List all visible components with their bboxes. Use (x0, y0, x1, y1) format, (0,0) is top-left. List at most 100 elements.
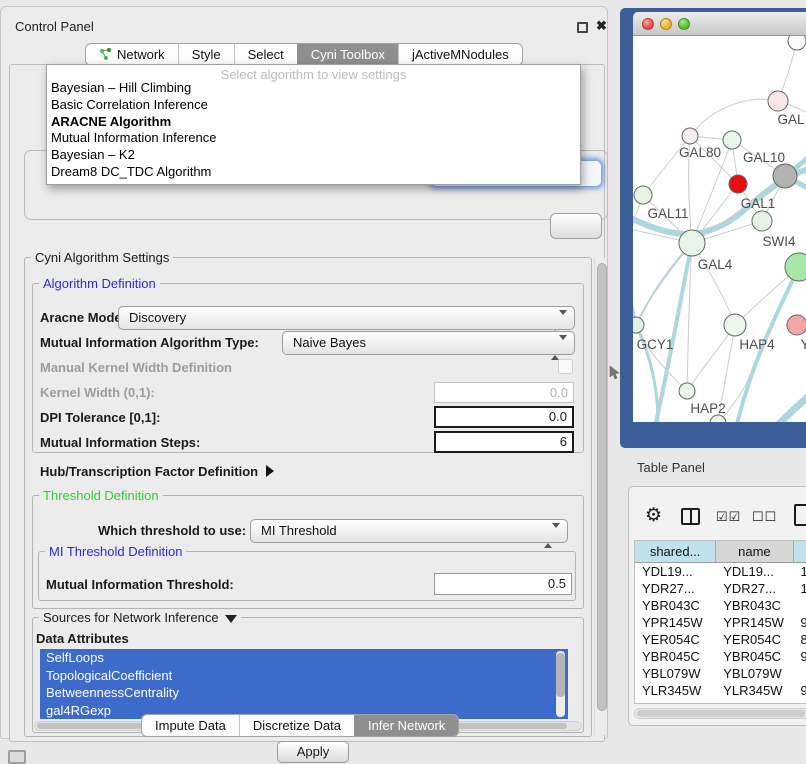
network-node[interactable] (788, 36, 806, 50)
data-attributes-label: Data Attributes (36, 631, 129, 646)
table-cell: YDL19... (635, 563, 716, 580)
network-edge[interactable] (763, 376, 806, 422)
node-table[interactable]: shared...nameAYDL19...YDL19...13YDR27...… (634, 540, 806, 704)
network-node[interactable] (768, 91, 788, 111)
collapse-down-icon (225, 615, 237, 623)
table-row[interactable]: YIL052CYIL052C0. (635, 699, 806, 704)
network-node[interactable] (634, 186, 652, 204)
mi-threshold-field[interactable]: 0.5 (434, 573, 572, 595)
algorithm-popup: Select algorithm to view settings Bayesi… (46, 64, 581, 185)
network-edge[interactable] (791, 136, 806, 171)
tab-select[interactable]: Select (234, 44, 297, 65)
dpi-tolerance-field[interactable]: 0.0 (434, 406, 574, 428)
table-row[interactable]: YBR045CYBR045C9. (635, 648, 806, 665)
node-label-gal80: GAL80 (679, 145, 721, 160)
aracne-mode-value: Discovery (129, 310, 186, 325)
deselect-all-icon[interactable]: ☐☐ (752, 509, 777, 525)
table-cell: YDR27... (635, 580, 716, 597)
tab-impute-data[interactable]: Impute Data (142, 715, 239, 736)
network-edge[interactable] (636, 325, 687, 391)
scrollbar-thumb[interactable] (597, 263, 607, 711)
node-label-gal1: GAL1 (741, 196, 776, 211)
gear-icon[interactable]: ⚙ (645, 504, 662, 527)
table-horizontal-scrollbar[interactable] (634, 708, 806, 719)
mi-steps-field[interactable]: 6 (434, 431, 574, 453)
attribute-item-topologicalcoefficient[interactable]: TopologicalCoefficient (40, 667, 568, 685)
data-attributes-list[interactable]: SelfLoopsTopologicalCoefficientBetweenne… (40, 649, 568, 719)
network-node[interactable] (787, 315, 806, 335)
algorithm-option-mutual-information-inference[interactable]: Mutual Information Inference (47, 130, 580, 147)
algorithm-option-aracne-algorithm[interactable]: ARACNE Algorithm (47, 114, 580, 131)
mi-algorithm-type-combobox[interactable]: Naive Bayes (282, 331, 575, 355)
tab-discretize-data-label: Discretize Data (253, 718, 341, 733)
attributes-vertical-scrollbar[interactable] (556, 651, 565, 717)
network-edge[interactable] (687, 325, 735, 391)
algorithm-option-bayesian-k2[interactable]: Bayesian – K2 (47, 147, 580, 164)
columns-icon[interactable] (681, 508, 700, 525)
mi-threshold-definition-title: MI Threshold Definition (45, 544, 186, 559)
table-cell: YDR27... (716, 580, 793, 597)
network-node[interactable] (723, 131, 741, 149)
network-graph[interactable]: GALGAL80GAL10GAL1GAL11SWI4GAL4GCY1HAP4YH… (633, 36, 806, 422)
network-node[interactable] (679, 230, 705, 256)
minimize-light-icon[interactable] (660, 18, 672, 30)
table-row[interactable]: YDR27...YDR27...12 (635, 580, 806, 597)
which-threshold-combobox[interactable]: MI Threshold (250, 519, 568, 543)
node-label-hap2: HAP2 (690, 401, 725, 416)
kernel-width-field[interactable]: 0.0 (434, 382, 574, 403)
scrollbar-thumb[interactable] (556, 653, 565, 697)
column-header-name[interactable]: name (716, 541, 793, 562)
tab-cyni-toolbox[interactable]: Cyni Toolbox (297, 44, 398, 65)
combo-arrows-icon (544, 525, 560, 547)
network-node[interactable] (773, 164, 797, 188)
attribute-item-betweennesscentrality[interactable]: BetweennessCentrality (40, 684, 568, 702)
algorithm-option-bayesian-hill-climbing[interactable]: Bayesian – Hill Climbing (47, 80, 580, 97)
network-node[interactable] (752, 211, 772, 231)
attribute-item-selfloops[interactable]: SelfLoops (40, 649, 568, 667)
network-canvas[interactable]: GALGAL80GAL10GAL1GAL11SWI4GAL4GCY1HAP4YH… (633, 36, 806, 422)
aracne-mode-combobox[interactable]: Discovery (118, 306, 575, 330)
table-cell: 9. (794, 648, 806, 665)
column-header-a[interactable]: A (794, 541, 806, 562)
tab-network[interactable]: Network (86, 44, 178, 65)
network-edge[interactable] (692, 243, 735, 325)
float-window-icon[interactable] (577, 22, 588, 33)
tab-infer-network[interactable]: Infer Network (354, 715, 458, 736)
table-row[interactable]: YBL079WYBL079W (635, 665, 806, 682)
table-row[interactable]: YPR145WYPR145W9. (635, 614, 806, 631)
select-all-icon[interactable]: ☑☑ (716, 509, 741, 525)
tab-discretize-data[interactable]: Discretize Data (239, 715, 354, 736)
algorithm-option-basic-correlation-inference[interactable]: Basic Correlation Inference (47, 97, 580, 114)
table-row[interactable]: YDL19...YDL19...13 (635, 563, 806, 580)
network-node[interactable] (729, 175, 747, 193)
settings-vertical-scrollbar[interactable] (594, 258, 607, 735)
network-edge[interactable] (690, 99, 778, 136)
network-node[interactable] (724, 314, 746, 336)
table-cell (794, 597, 806, 614)
zoom-light-icon[interactable] (678, 18, 690, 30)
scrollbar-thumb[interactable] (637, 710, 805, 717)
columns-icon-divider (690, 510, 692, 523)
table-row[interactable]: YBR043CYBR043C (635, 597, 806, 614)
close-light-icon[interactable] (642, 18, 654, 30)
tab-style[interactable]: Style (178, 44, 234, 65)
network-node[interactable] (679, 383, 695, 399)
apply-button[interactable]: Apply (277, 741, 349, 763)
sources-title[interactable]: Sources for Network Inference (39, 610, 241, 625)
hidden-button[interactable] (550, 213, 602, 239)
network-window-titlebar[interactable] (633, 12, 806, 36)
tab-jactivemnodules[interactable]: jActiveMNodules (398, 44, 522, 65)
table-row[interactable]: YER054CYER054C8. (635, 631, 806, 648)
manual-kernel-width-checkbox[interactable] (558, 359, 573, 374)
threshold-definition-title: Threshold Definition (39, 488, 163, 503)
column-header-shared[interactable]: shared... (635, 541, 716, 562)
table-row[interactable]: YLR345WYLR345W9. (635, 682, 806, 699)
close-icon[interactable]: ✖ (596, 18, 607, 34)
combo-arrows-icon (551, 337, 567, 359)
control-panel-titlebar: Control Panel ✖ (1, 13, 609, 39)
document-icon[interactable] (794, 504, 806, 526)
algorithm-option-dream8-dc-tdc-algorithm[interactable]: Dream8 DC_TDC Algorithm (47, 164, 580, 181)
network-node[interactable] (682, 128, 698, 144)
network-node[interactable] (633, 317, 644, 333)
hub-definition-expander[interactable]: Hub/Transcription Factor Definition (40, 464, 274, 479)
